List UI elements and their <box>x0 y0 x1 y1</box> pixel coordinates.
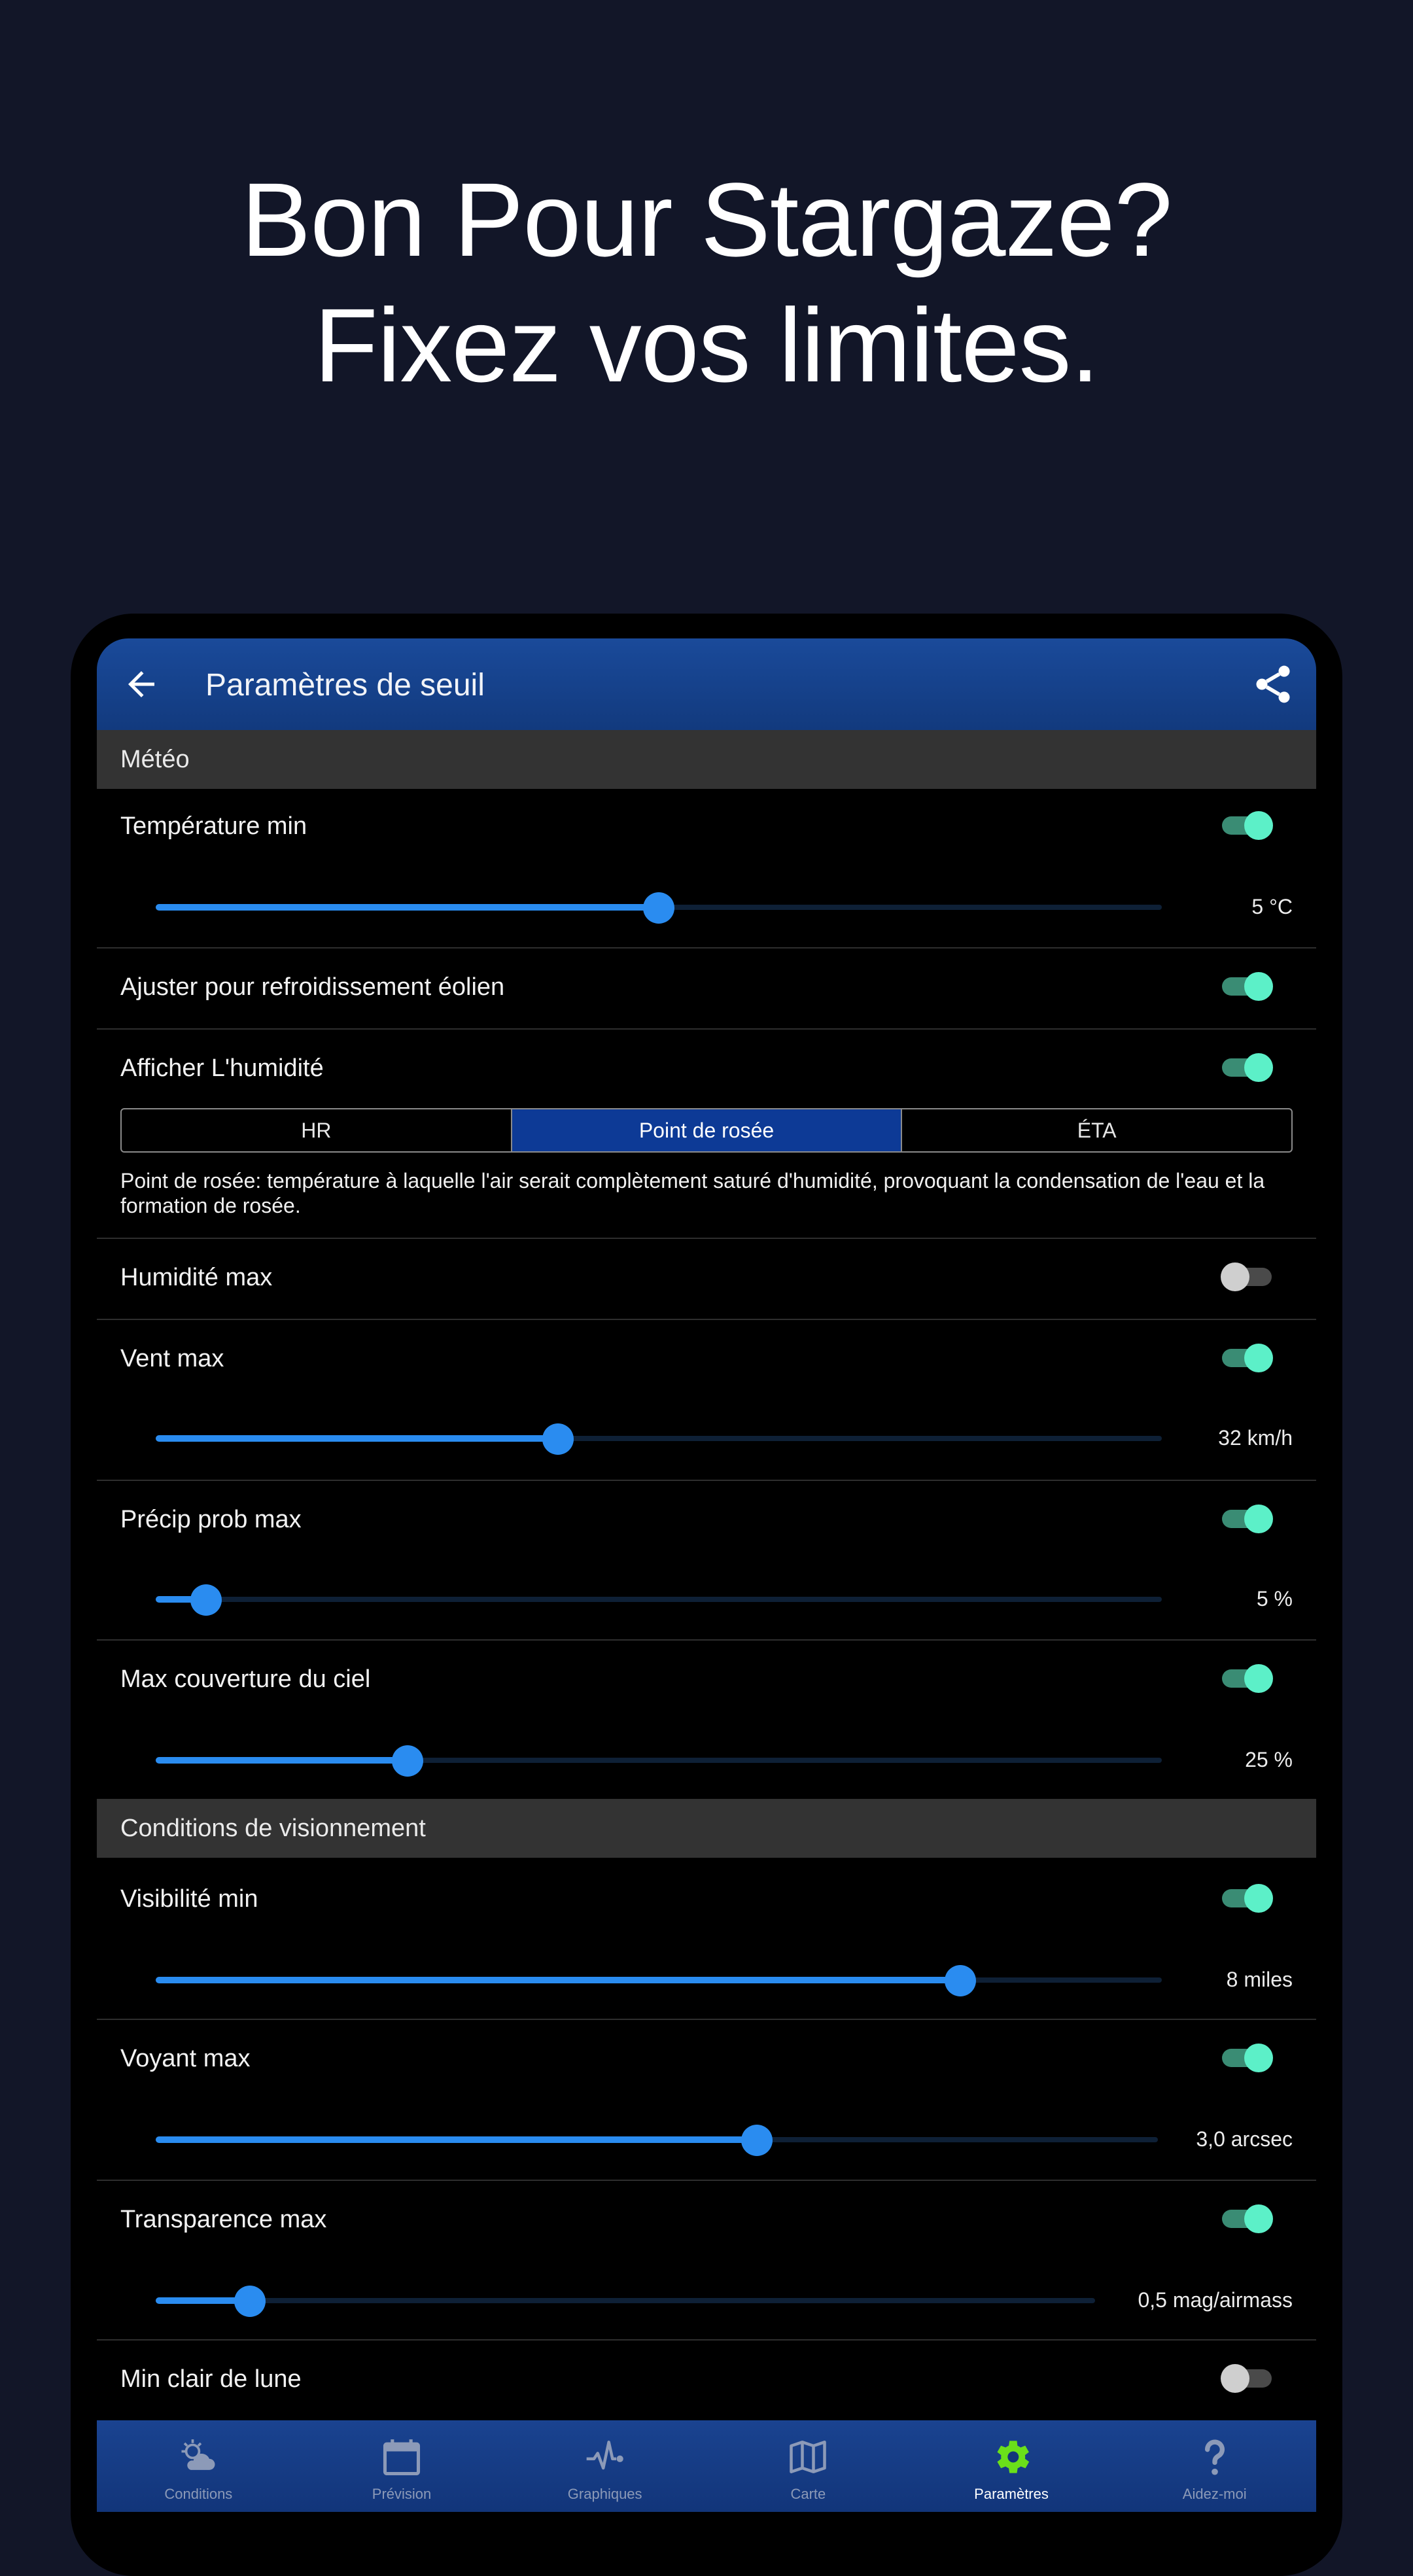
slider-thumb[interactable] <box>234 2286 266 2317</box>
divider <box>97 2180 1316 2181</box>
section-header-viewing: Conditions de visionnement <box>97 1799 1316 1858</box>
nav-label-settings: Paramètres <box>974 2486 1049 2502</box>
promo-line-1: Bon Pour Stargaze? <box>241 161 1173 278</box>
humidity-mode-segmented-control: HR Point de rosée ÉTA <box>120 1108 1293 1153</box>
slider-thumb[interactable] <box>391 1745 423 1777</box>
value-transparency-max: 0,5 mag/airmass <box>1138 2288 1293 2312</box>
divider <box>97 1028 1316 1030</box>
nav-label-help: Aidez-moi <box>1182 2486 1247 2502</box>
toggle-moon-min[interactable] <box>1221 2360 1273 2397</box>
slider-transparency-max[interactable] <box>156 2284 1095 2317</box>
slider-thumb[interactable] <box>643 892 674 924</box>
pulse-chart-icon <box>586 2441 623 2470</box>
toggle-cloud-max[interactable] <box>1221 1660 1273 1697</box>
divider <box>97 2019 1316 2020</box>
nav-forecast[interactable]: Prévision <box>300 2420 504 2512</box>
row-label-wind-max: Vent max <box>120 1345 224 1372</box>
promo-headline: Bon Pour Stargaze? Fixez vos limites. <box>0 157 1413 408</box>
app-screen: Paramètres de seuil Météo Température mi… <box>97 638 1316 2512</box>
divider <box>97 947 1316 949</box>
row-label-seeing-max: Voyant max <box>120 2045 251 2072</box>
nav-charts[interactable]: Graphiques <box>503 2420 706 2512</box>
gear-icon <box>997 2441 1030 2473</box>
row-label-visibility-min: Visibilité min <box>120 1885 258 1913</box>
value-visibility-min: 8 miles <box>1226 1968 1293 1991</box>
toggle-precip-max[interactable] <box>1221 1501 1273 1537</box>
section-header-weather: Météo <box>97 730 1316 789</box>
divider <box>97 1238 1316 1239</box>
slider-precip-max[interactable] <box>156 1583 1162 1616</box>
toggle-transparency-max[interactable] <box>1221 2201 1273 2237</box>
toggle-visibility-min[interactable] <box>1221 1880 1273 1917</box>
segment-hr[interactable]: HR <box>122 1109 512 1151</box>
segment-dew-point[interactable]: Point de rosée <box>512 1109 903 1151</box>
toggle-seeing-max[interactable] <box>1221 2040 1273 2076</box>
nav-settings[interactable]: Paramètres <box>910 2420 1113 2512</box>
divider <box>97 1480 1316 1481</box>
toggle-show-humidity[interactable] <box>1221 1049 1273 1086</box>
divider <box>97 1639 1316 1641</box>
slider-thumb[interactable] <box>741 2125 773 2156</box>
arrow-back-icon[interactable] <box>122 665 161 704</box>
map-icon <box>790 2441 827 2473</box>
nav-label-forecast: Prévision <box>372 2486 432 2502</box>
share-icon[interactable] <box>1251 662 1295 706</box>
nav-conditions[interactable]: Conditions <box>97 2420 300 2512</box>
partly-cloudy-icon <box>181 2439 215 2470</box>
row-label-humidity-max: Humidité max <box>120 1264 273 1291</box>
slider-cloud-max[interactable] <box>156 1744 1162 1777</box>
nav-label-map: Carte <box>790 2486 826 2502</box>
slider-temp-min[interactable] <box>156 891 1162 924</box>
divider <box>97 2339 1316 2341</box>
row-label-moon-min: Min clair de lune <box>120 2365 302 2393</box>
slider-wind-max[interactable] <box>156 1422 1162 1455</box>
row-label-wind-chill: Ajuster pour refroidissement éolien <box>120 973 505 1001</box>
nav-help[interactable]: Aidez-moi <box>1113 2420 1316 2512</box>
slider-thumb[interactable] <box>190 1584 222 1616</box>
promo-line-2: Fixez vos limites. <box>314 287 1100 404</box>
toggle-humidity-max[interactable] <box>1221 1259 1273 1295</box>
app-bar: Paramètres de seuil <box>97 638 1316 730</box>
slider-seeing-max[interactable] <box>156 2123 1158 2156</box>
humidity-description: Point de rosée: température à laquelle l… <box>120 1169 1265 1217</box>
row-label-precip-max: Précip prob max <box>120 1506 302 1533</box>
nav-label-conditions: Conditions <box>164 2486 233 2502</box>
nav-label-charts: Graphiques <box>567 2486 642 2502</box>
value-wind-max: 32 km/h <box>1218 1426 1293 1450</box>
toggle-wind-chill[interactable] <box>1221 968 1273 1005</box>
row-label-transparency-max: Transparence max <box>120 2206 327 2233</box>
row-label-temp-min: Température min <box>120 812 307 840</box>
toggle-temp-min[interactable] <box>1221 807 1273 844</box>
segment-eta[interactable]: ÉTA <box>902 1109 1291 1151</box>
value-seeing-max: 3,0 arcsec <box>1196 2127 1293 2151</box>
page-title: Paramètres de seuil <box>205 668 485 703</box>
slider-thumb[interactable] <box>945 1965 977 1996</box>
help-icon <box>1204 2439 1225 2475</box>
bottom-navigation: Conditions Prévision Graphiques Carte Pa… <box>97 2420 1316 2512</box>
nav-map[interactable]: Carte <box>706 2420 910 2512</box>
slider-visibility-min[interactable] <box>156 1964 1162 1996</box>
value-precip-max: 5 % <box>1256 1587 1293 1610</box>
slider-thumb[interactable] <box>542 1423 574 1455</box>
value-cloud-max: 25 % <box>1245 1748 1293 1771</box>
value-temp-min: 5 °C <box>1251 895 1293 918</box>
calendar-icon <box>383 2439 421 2476</box>
row-label-cloud-max: Max couverture du ciel <box>120 1665 371 1693</box>
row-label-show-humidity: Afficher L'humidité <box>120 1054 324 1082</box>
divider <box>97 1319 1316 1320</box>
toggle-wind-max[interactable] <box>1221 1340 1273 1376</box>
